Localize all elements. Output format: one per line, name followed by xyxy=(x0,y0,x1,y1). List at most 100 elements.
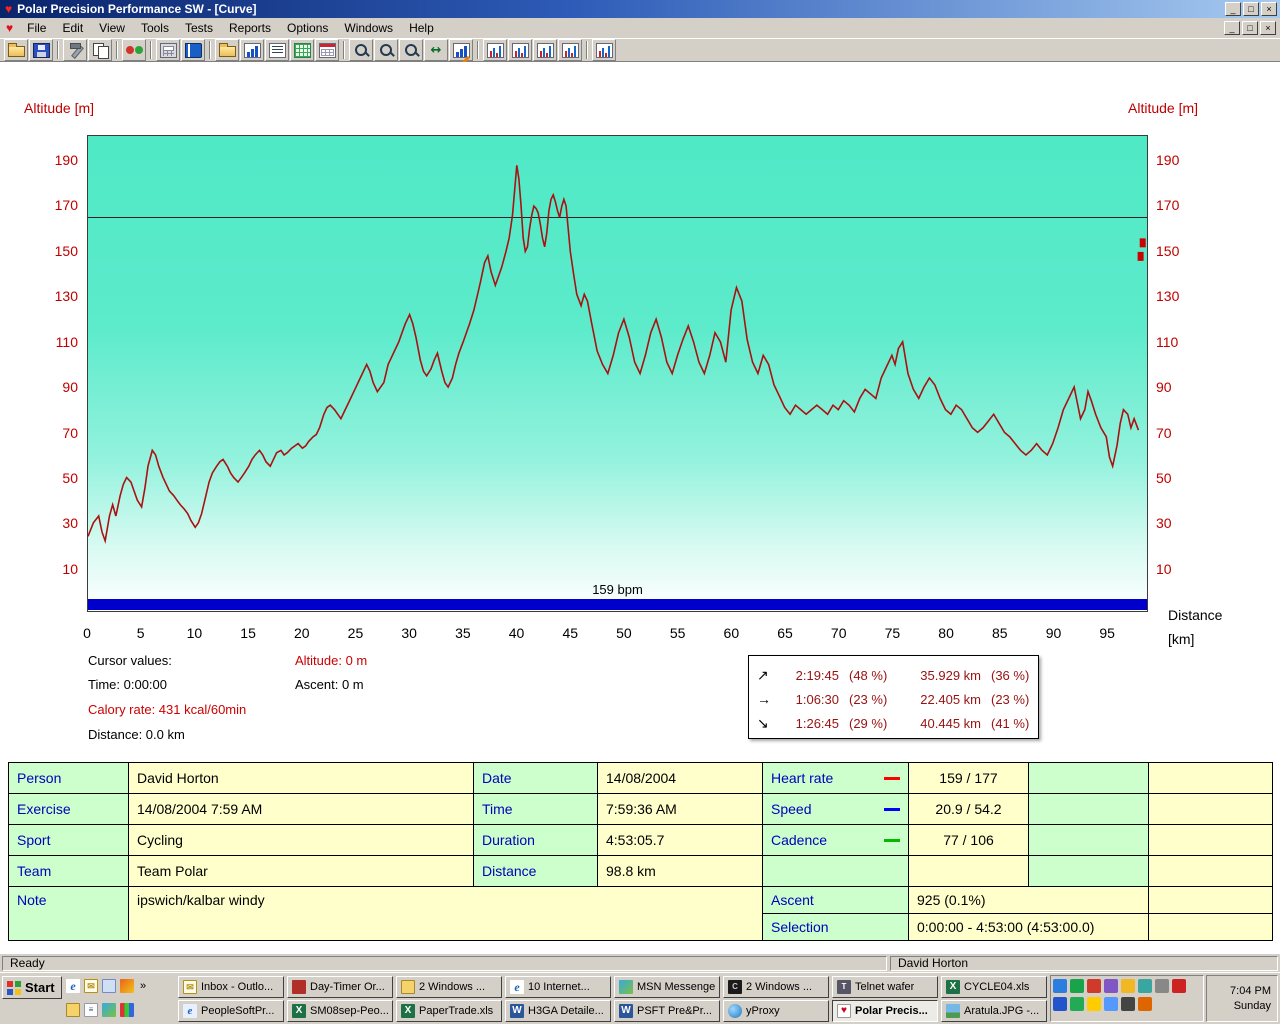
media-player-icon[interactable] xyxy=(120,979,134,993)
graph-view-3-button[interactable] xyxy=(533,39,557,61)
taskbar-button-aratula-jpg[interactable]: Aratula.JPG -... xyxy=(941,1000,1047,1022)
messenger-icon[interactable] xyxy=(102,1003,116,1017)
graph-view-5-button[interactable] xyxy=(592,39,616,61)
windows-explorer-icon[interactable] xyxy=(66,1003,80,1017)
taskbar-button-telnet-wafer[interactable]: TTelnet wafer xyxy=(832,976,938,998)
taskbar-button-cycle04-xls[interactable]: XCYCLE04.xls xyxy=(941,976,1047,998)
taskbar-button-msn-messenger[interactable]: MSN Messenger xyxy=(614,976,720,998)
menu-bar: ♥ FileEditViewToolsTestsReportsOptionsWi… xyxy=(0,18,1280,38)
hrm-connection-button[interactable] xyxy=(122,39,146,61)
zoom-mode-button[interactable] xyxy=(374,39,398,61)
graph-view-4-button[interactable] xyxy=(558,39,582,61)
duration-value[interactable]: 4:53:05.7 xyxy=(598,825,763,856)
curve-view-button[interactable] xyxy=(240,39,264,61)
start-button[interactable]: Start xyxy=(2,976,62,999)
tray-icon[interactable] xyxy=(1053,979,1067,993)
menu-reports[interactable]: Reports xyxy=(221,19,279,37)
show-desktop-icon[interactable] xyxy=(102,979,116,993)
open-button[interactable] xyxy=(4,39,28,61)
tray-icon[interactable] xyxy=(1053,997,1067,1011)
outlook-express-icon[interactable]: ✉ xyxy=(84,979,98,993)
app-minimize-button[interactable]: _ xyxy=(1225,2,1241,16)
tray-icon[interactable] xyxy=(1104,979,1118,993)
menu-file[interactable]: File xyxy=(19,19,54,37)
tools-button[interactable] xyxy=(63,39,87,61)
taskbar-button-10-internet[interactable]: e10 Internet... xyxy=(505,976,611,998)
taskbar-button-papertrade-xls[interactable]: XPaperTrade.xls xyxy=(396,1000,502,1022)
taskbar-button-psft-pre-pr[interactable]: WPSFT Pre&Pr... xyxy=(614,1000,720,1022)
table-row: Sport Cycling Duration 4:53:05.7 Cadence… xyxy=(9,825,1273,856)
exercise-value[interactable]: 14/08/2004 7:59 AM xyxy=(129,794,474,825)
tray-icon[interactable] xyxy=(1104,997,1118,1011)
zoom-plus-icon xyxy=(353,43,370,58)
tray-icon[interactable] xyxy=(1172,979,1186,993)
menu-tests[interactable]: Tests xyxy=(177,19,221,37)
copy-button[interactable] xyxy=(88,39,112,61)
taskbar-button-sm08sep-peo[interactable]: XSM08sep-Peo... xyxy=(287,1000,393,1022)
zoom-out-button[interactable] xyxy=(399,39,423,61)
tray-icon[interactable] xyxy=(1087,979,1101,993)
taskbar-button-inbox-outlo[interactable]: ✉Inbox - Outlo... xyxy=(178,976,284,998)
quicklaunch-overflow-chevron[interactable]: » xyxy=(138,980,148,992)
selection-value[interactable]: 0:00:00 - 4:53:00 (4:53:00.0) xyxy=(909,914,1149,941)
exercise-list-button[interactable] xyxy=(265,39,289,61)
tray-icon[interactable] xyxy=(1155,979,1169,993)
taskbar-button-yproxy[interactable]: yProxy xyxy=(723,1000,829,1022)
taskbar-button-polar-precis[interactable]: ♥Polar Precis... xyxy=(832,1000,938,1022)
ascent-value[interactable]: 925 (0.1%) xyxy=(909,887,1149,914)
tray-icon[interactable] xyxy=(1121,979,1135,993)
team-value[interactable]: Team Polar xyxy=(129,856,474,887)
calculator-button[interactable] xyxy=(156,39,180,61)
zoom-in-button[interactable] xyxy=(349,39,373,61)
menu-tools[interactable]: Tools xyxy=(133,19,177,37)
note-value[interactable]: ipswich/kalbar windy xyxy=(129,887,763,941)
console-icon: C xyxy=(728,980,742,994)
tray-icon[interactable] xyxy=(1138,997,1152,1011)
graph-view-2-button[interactable] xyxy=(508,39,532,61)
compare-button[interactable]: ↔ xyxy=(424,39,448,61)
sport-value[interactable]: Cycling xyxy=(129,825,474,856)
app-close-button[interactable]: × xyxy=(1261,2,1277,16)
child-restore-button[interactable]: □ xyxy=(1242,21,1258,35)
training-diary-button[interactable] xyxy=(181,39,205,61)
bpm-annotation: 159 bpm xyxy=(87,582,1148,597)
tray-icon[interactable] xyxy=(1070,979,1084,993)
heart-rate-value[interactable]: 159 / 177 xyxy=(909,763,1029,794)
notepad-icon[interactable]: ≡ xyxy=(84,1003,98,1017)
calendar-button[interactable] xyxy=(315,39,339,61)
internet-explorer-icon[interactable]: e xyxy=(66,979,80,993)
taskbar-button-2-windows[interactable]: C2 Windows ... xyxy=(723,976,829,998)
date-value[interactable]: 14/08/2004 xyxy=(598,763,763,794)
graph-view-1-button[interactable] xyxy=(483,39,507,61)
distance-value[interactable]: 98.8 km xyxy=(598,856,763,887)
x-axis-tick: 10 xyxy=(169,625,219,641)
menu-edit[interactable]: Edit xyxy=(54,19,91,37)
taskbar-button-h3ga-detaile[interactable]: WH3GA Detaile... xyxy=(505,1000,611,1022)
speed-value[interactable]: 20.9 / 54.2 xyxy=(909,794,1029,825)
menu-windows[interactable]: Windows xyxy=(336,19,401,37)
child-minimize-button[interactable]: _ xyxy=(1224,21,1240,35)
tray-icon[interactable] xyxy=(1121,997,1135,1011)
menu-view[interactable]: View xyxy=(91,19,133,37)
tray-icon[interactable] xyxy=(1087,997,1101,1011)
app-restore-button[interactable]: □ xyxy=(1243,2,1259,16)
paint-icon[interactable] xyxy=(120,1003,134,1017)
taskbar-button-day-timer-or[interactable]: Day-Timer Or... xyxy=(287,976,393,998)
week-summary-button[interactable] xyxy=(290,39,314,61)
exercise-browser-button[interactable] xyxy=(215,39,239,61)
tray-icon[interactable] xyxy=(1070,997,1084,1011)
menu-help[interactable]: Help xyxy=(401,19,442,37)
taskbar-button-peoplesoftpr[interactable]: ePeopleSoftPr... xyxy=(178,1000,284,1022)
menu-options[interactable]: Options xyxy=(279,19,336,37)
taskbar-clock[interactable]: 7:04 PM Sunday xyxy=(1206,975,1278,1022)
altitude-plot[interactable] xyxy=(87,135,1148,612)
empty-cell xyxy=(1029,856,1149,887)
child-close-button[interactable]: × xyxy=(1260,21,1276,35)
tray-icon[interactable] xyxy=(1138,979,1152,993)
graph-properties-button[interactable] xyxy=(449,39,473,61)
time-value[interactable]: 7:59:36 AM xyxy=(598,794,763,825)
cadence-value[interactable]: 77 / 106 xyxy=(909,825,1029,856)
person-value[interactable]: David Horton xyxy=(129,763,474,794)
taskbar-button-2-windows[interactable]: 2 Windows ... xyxy=(396,976,502,998)
save-button[interactable] xyxy=(29,39,53,61)
